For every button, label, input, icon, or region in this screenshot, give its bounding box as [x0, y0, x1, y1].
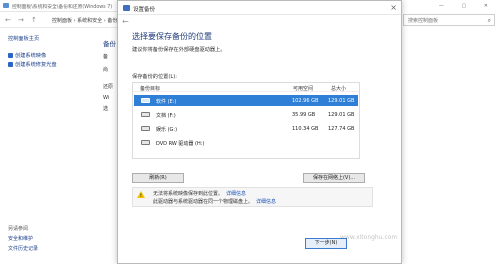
dvd-drive-icon: [141, 140, 150, 145]
drive-name: 文档 (F:): [156, 113, 176, 119]
details-link-1[interactable]: 详细信息: [226, 191, 246, 197]
right-panel: — ▢ ✕: [400, 0, 500, 264]
column-total[interactable]: 总大小: [331, 85, 346, 92]
drive-name: 软件 (E:): [156, 99, 177, 105]
main-text-4: 选: [103, 106, 109, 112]
list-item-drive-f[interactable]: 文档 (F:) 35.99 GB 129.01 GB: [134, 109, 358, 120]
drive-total: 129.01 GB: [328, 98, 355, 104]
sidebar: 控制面板主页 创建系统映像 创建系统修复光盘 另请参阅 安全和维护 文件历史记录: [0, 28, 84, 264]
warning-line-1: 无法将系统映像保存到此位置。 详细信息: [153, 191, 247, 197]
back-arrow-icon[interactable]: ←: [5, 16, 11, 24]
dialog-heading: 选择要保存备份的位置: [132, 32, 212, 41]
drive-free: 102.96 GB: [292, 98, 319, 104]
see-also-heading: 另请参阅: [8, 226, 29, 232]
list-item-drive-e[interactable]: 软件 (E:) 102.96 GB 129.01 GB: [134, 95, 358, 106]
security-maintenance-link[interactable]: 安全和维护: [8, 235, 33, 242]
backup-heading: 备份: [103, 40, 116, 48]
dialog-title: 设置备份: [133, 7, 156, 13]
column-target[interactable]: 备份目标: [140, 85, 160, 92]
warning-box: ! 无法将系统映像保存到此位置。 详细信息 此驱动器与系统驱动器在同一个物理磁盘上…: [132, 187, 373, 207]
back-arrow-icon[interactable]: ←: [122, 17, 129, 26]
list-item-drive-g[interactable]: 娱乐 (G:) 110.34 GB 127.74 GB: [134, 123, 358, 134]
main-text-2: 尚: [103, 67, 109, 73]
column-free[interactable]: 可用空间: [293, 85, 313, 92]
forward-arrow-icon[interactable]: →: [18, 16, 24, 24]
drive-free: 35.99 GB: [292, 112, 316, 118]
drive-icon: [141, 112, 150, 117]
backup-icon: [123, 5, 130, 11]
drive-total: 127.74 GB: [328, 126, 355, 132]
watermark: www.xitonghu.com: [340, 234, 398, 241]
drive-icon: [141, 126, 150, 131]
control-panel-title: 控制面板\系统和安全\备份和还原(Windows 7): [12, 5, 113, 10]
search-input[interactable]: 搜索控制面板 ⌕: [403, 14, 495, 26]
list-header: 备份目标 可用空间 总大小: [133, 83, 359, 92]
drive-name: 娱乐 (G:): [156, 127, 178, 133]
create-system-image-link[interactable]: 创建系统映像: [8, 52, 46, 59]
refresh-button[interactable]: 刷新(R): [132, 173, 184, 183]
shield-icon: [8, 53, 13, 58]
drive-icon: [141, 98, 150, 103]
create-repair-disc-link[interactable]: 创建系统修复光盘: [8, 61, 57, 68]
search-icon[interactable]: ⌕: [488, 17, 491, 25]
list-item-drive-h[interactable]: DVD RW 驱动器 (H:): [134, 137, 358, 148]
main-text-3: Wi: [103, 95, 110, 101]
file-history-link[interactable]: 文件历史记录: [8, 245, 38, 252]
save-on-network-button[interactable]: 保存在网络上(V)...: [303, 173, 365, 183]
warning-icon-mark: !: [140, 193, 142, 198]
up-arrow-icon[interactable]: ↑: [31, 16, 37, 24]
location-list-label: 保存备份的位置(L):: [132, 74, 177, 80]
control-panel-icon: [3, 3, 9, 8]
warning-line-2: 此驱动器与系统驱动器在同一个物理磁盘上。 详细信息: [153, 199, 277, 205]
sidebar-home-link[interactable]: 控制面板主页: [8, 35, 39, 42]
drive-name: DVD RW 驱动器 (H:): [156, 141, 205, 147]
drive-total: 129.01 GB: [328, 112, 355, 118]
drive-free: 110.34 GB: [292, 126, 319, 132]
backup-destination-list[interactable]: 备份目标 可用空间 总大小 软件 (E:) 102.96 GB 129.01 G…: [132, 82, 360, 159]
dialog-subtitle: 建议你将备份保存在外部硬盘驱动器上。: [132, 47, 226, 53]
search-placeholder: 搜索控制面板: [408, 18, 439, 24]
close-icon[interactable]: ×: [390, 3, 397, 12]
main-text-1: 备: [103, 54, 109, 60]
dialog-titlebar: 设置备份 ×: [118, 1, 401, 15]
window-controls[interactable]: — ▢ ✕: [439, 3, 496, 9]
shield-icon: [8, 62, 13, 67]
restore-heading: 还原: [103, 84, 114, 90]
details-link-2[interactable]: 详细信息: [256, 199, 276, 205]
setup-backup-dialog: 设置备份 × ← 选择要保存备份的位置 建议你将备份保存在外部硬盘驱动器上。 保…: [117, 0, 402, 264]
